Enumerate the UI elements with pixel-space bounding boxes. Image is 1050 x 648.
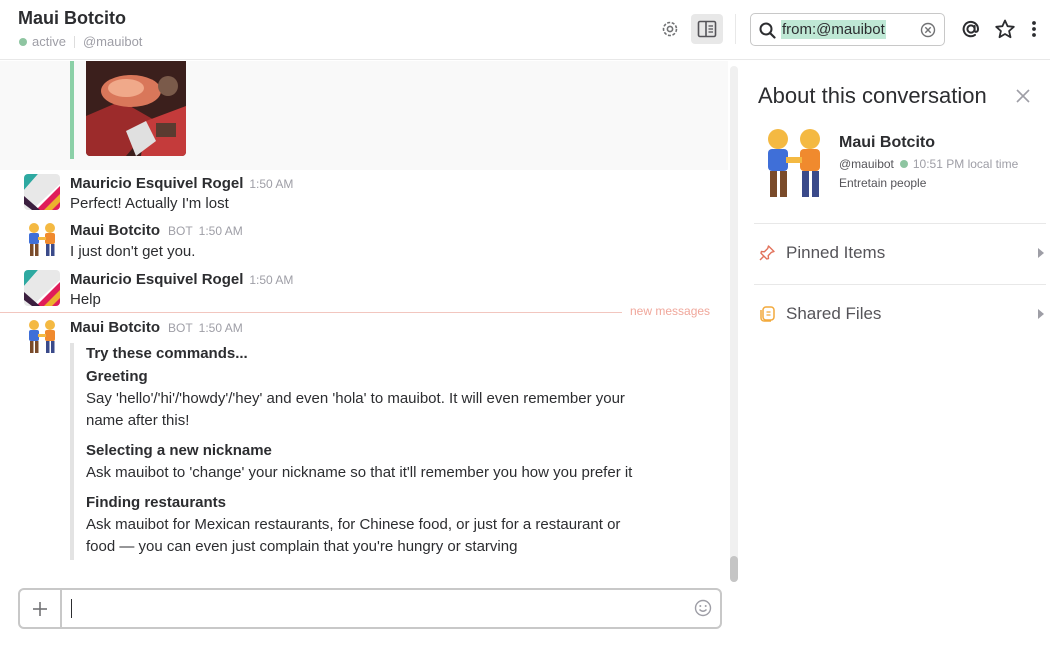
sidebar-title: About this conversation: [758, 83, 987, 108]
sidebar-toggle-icon: [697, 20, 717, 38]
profile-name[interactable]: Maui Botcito: [839, 134, 935, 152]
subtitle-divider: [73, 35, 75, 48]
pin-icon: [759, 245, 775, 261]
attachment-bar: [70, 61, 74, 159]
bot-badge: BOT: [168, 321, 193, 335]
user-avatar-image: [24, 174, 60, 210]
message-time[interactable]: 1:50 AM: [249, 273, 293, 287]
shared-photo[interactable]: [86, 61, 186, 156]
at-icon: [962, 20, 980, 38]
message-sender[interactable]: Maui Botcito BOT 1:50 AM: [70, 319, 243, 336]
app-window: Maui Botcito active @mauibot from:@mauib…: [0, 0, 1050, 648]
message-sender[interactable]: Mauricio Esquivel Rogel 1:50 AM: [70, 175, 293, 192]
attachment-section-line: Ask mauibot for Mexican restaurants, for…: [86, 516, 621, 533]
header-divider: [735, 14, 736, 44]
attachment-section-title: Selecting a new nickname: [86, 442, 272, 459]
channel-handle: @mauibot: [82, 34, 143, 49]
mentions-button[interactable]: [955, 14, 987, 44]
emoji-icon[interactable]: [694, 599, 712, 617]
pinned-items-section[interactable]: Pinned Items: [758, 238, 1048, 268]
more-button[interactable]: [1020, 14, 1048, 44]
message-pane[interactable]: Mauricio Esquivel Rogel 1:50 AM Perfect! …: [0, 61, 728, 648]
pinned-items-label[interactable]: Pinned Items: [786, 243, 885, 263]
two-men-emoji-icon: [768, 129, 820, 197]
plus-icon: [33, 601, 47, 616]
attachment-pretext: Try these commands...: [86, 345, 248, 362]
files-icon: [760, 306, 775, 322]
presence-dot: [899, 160, 908, 168]
close-icon[interactable]: [1016, 89, 1030, 103]
attachment-section-line: name after this!: [86, 412, 190, 429]
profile-handle: @mauibot: [839, 157, 894, 171]
details-toggle-button[interactable]: [691, 14, 723, 44]
shared-files-label[interactable]: Shared Files: [786, 304, 881, 324]
profile-avatar[interactable]: [758, 125, 830, 199]
scrollbar-thumb[interactable]: [730, 556, 738, 582]
message-sender[interactable]: Mauricio Esquivel Rogel 1:50 AM: [70, 271, 293, 288]
bot-avatar[interactable]: [24, 318, 60, 354]
profile-description: Entretain people: [839, 176, 927, 190]
avatar[interactable]: [24, 174, 60, 210]
section-divider: [754, 284, 1046, 285]
attachment-bar: [70, 343, 74, 560]
settings-button[interactable]: [654, 14, 686, 44]
food-photo-image: [86, 61, 186, 156]
star-icon: [995, 19, 1015, 39]
message-input[interactable]: [18, 588, 722, 629]
message-time[interactable]: 1:50 AM: [199, 224, 243, 238]
user-avatar-image: [24, 270, 60, 306]
new-messages-label: new messages: [630, 304, 711, 318]
avatar[interactable]: [24, 270, 60, 306]
search-icon: [759, 22, 776, 39]
sender-name[interactable]: Maui Botcito: [70, 319, 160, 336]
channel-subtitle: active @mauibot: [19, 34, 142, 49]
message-text: Help: [70, 291, 101, 308]
message-text: Perfect! Actually I'm lost: [70, 195, 229, 212]
previous-message-highlight: [0, 61, 728, 170]
presence-dot: [19, 37, 27, 46]
section-divider: [754, 223, 1046, 224]
message-text: I just don't get you.: [70, 243, 196, 260]
search-query[interactable]: from:@mauibot: [781, 20, 886, 39]
add-attachment-button[interactable]: [20, 590, 62, 627]
two-men-emoji-icon: [29, 223, 55, 256]
attachment-section-line: Ask mauibot to 'change' your nickname so…: [86, 464, 633, 481]
message-scrollbar[interactable]: [730, 66, 738, 582]
chevron-right-icon: [1038, 309, 1044, 319]
starred-button[interactable]: [989, 14, 1021, 44]
attachment-section-title: Finding restaurants: [86, 494, 227, 511]
bot-badge: BOT: [168, 224, 193, 238]
message-sender[interactable]: Maui Botcito BOT 1:50 AM: [70, 222, 243, 239]
kebab-icon: [1032, 21, 1036, 37]
text-caret: [71, 599, 72, 618]
attachment-section-line: Say 'hello'/'hi'/'howdy'/'hey' and even …: [86, 390, 625, 407]
attachment-section-title: Greeting: [86, 368, 148, 385]
bot-avatar[interactable]: [24, 221, 60, 257]
sender-name[interactable]: Mauricio Esquivel Rogel: [70, 271, 243, 288]
local-time: 10:51 PM local time: [912, 157, 1019, 171]
channel-header: Maui Botcito active @mauibot from:@mauib…: [0, 0, 1050, 60]
details-sidebar: About this conversation Maui Botcito @ma…: [740, 61, 1050, 648]
channel-title[interactable]: Maui Botcito: [18, 8, 126, 29]
chevron-right-icon: [1038, 248, 1044, 258]
attachment-section-line: food — you can even just complain that y…: [86, 538, 518, 555]
clear-icon[interactable]: [920, 22, 936, 38]
search-input[interactable]: from:@mauibot: [750, 13, 945, 46]
new-messages-divider: [0, 312, 622, 313]
sender-name[interactable]: Maui Botcito: [70, 222, 160, 239]
shared-files-section[interactable]: Shared Files: [758, 299, 1048, 329]
two-men-emoji-icon: [29, 320, 55, 353]
profile-meta: @mauibot 10:51 PM local time: [839, 157, 1018, 171]
gear-icon: [662, 21, 678, 37]
sender-name[interactable]: Mauricio Esquivel Rogel: [70, 175, 243, 192]
message-time[interactable]: 1:50 AM: [199, 321, 243, 335]
message-time[interactable]: 1:50 AM: [249, 177, 293, 191]
presence-status: active: [32, 34, 66, 49]
